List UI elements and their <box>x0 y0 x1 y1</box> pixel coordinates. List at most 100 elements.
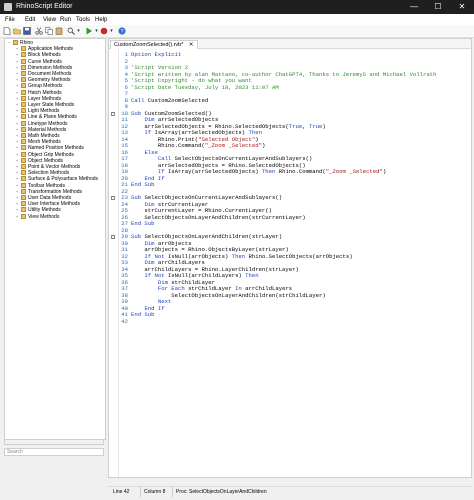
expand-icon[interactable]: + <box>15 47 19 51</box>
expand-icon[interactable]: + <box>15 158 19 163</box>
tree-search-input[interactable]: Search <box>4 448 104 456</box>
find-dropdown-icon[interactable]: ▾ <box>76 27 81 35</box>
status-column: Column 8 <box>140 487 165 497</box>
collapse-icon[interactable]: − <box>7 41 11 45</box>
paste-icon[interactable] <box>55 27 63 35</box>
expand-icon[interactable]: + <box>15 90 19 95</box>
tree-horizontal-scrollbar[interactable] <box>4 439 104 445</box>
expand-icon[interactable]: + <box>15 72 19 76</box>
expand-icon[interactable]: + <box>15 109 19 113</box>
expand-icon[interactable]: + <box>15 115 19 119</box>
tree-item-label: Mesh Methods <box>28 139 61 146</box>
tree-item-label: Selection Methods <box>28 170 70 177</box>
new-file-icon[interactable] <box>3 27 11 35</box>
code-text: End Sub <box>131 311 155 319</box>
editor-tab[interactable]: CustomZoomSelected().rvb* ✕ <box>110 40 198 49</box>
minimize-button[interactable]: — <box>402 0 426 14</box>
menu-tools[interactable]: Tools <box>76 16 90 24</box>
code-text: Call CustomZoomSelected <box>131 96 208 105</box>
code-token: Then <box>231 252 249 260</box>
run-dropdown-icon[interactable]: ▾ <box>94 27 99 35</box>
copy-icon[interactable] <box>45 27 53 35</box>
expand-icon[interactable]: + <box>15 214 19 219</box>
toolbar: ▾ ▾ ▾ ? <box>0 25 474 38</box>
expand-icon[interactable]: + <box>15 65 19 70</box>
expand-icon[interactable]: + <box>15 152 19 157</box>
expand-icon[interactable]: + <box>15 140 19 144</box>
fold-toggle-icon[interactable]: − <box>111 111 115 116</box>
tree-item-label: Material Methods <box>28 126 67 133</box>
code-editor[interactable]: CustomZoomSelected().rvb* ✕ 1 Option Expl… <box>108 38 472 478</box>
fold-toggle-icon[interactable]: − <box>111 235 115 239</box>
maximize-button[interactable]: ☐ <box>426 0 450 14</box>
expand-icon[interactable]: + <box>15 134 19 138</box>
open-file-icon[interactable] <box>13 27 21 35</box>
cut-icon[interactable] <box>35 27 43 35</box>
code-token: , <box>302 122 309 130</box>
window-title: RhinoScript Editor <box>16 3 73 10</box>
expand-icon[interactable]: + <box>15 208 19 212</box>
title-bar: RhinoScript Editor — ☐ ✕ <box>0 0 474 14</box>
expand-icon[interactable]: + <box>15 177 19 181</box>
code-token: Rhino.SelectObjects(arrObjects) <box>248 252 353 260</box>
expand-icon[interactable]: + <box>15 171 19 175</box>
method-tree[interactable]: − Rhino + Application Methods + Block Methods… <box>4 38 106 440</box>
expand-icon[interactable]: + <box>15 196 19 200</box>
status-line: Line 42 <box>113 489 130 495</box>
expand-icon[interactable]: + <box>15 103 19 107</box>
folder-icon <box>21 64 26 70</box>
tree-item-label: Utility Methods <box>28 207 61 214</box>
code-token: ) <box>322 122 326 130</box>
folder-icon <box>21 95 26 101</box>
code-text: SelectObjectsOnLayerAndChildren(strCurre… <box>131 214 305 222</box>
code-token: Call <box>131 96 148 104</box>
code-token: End Sub <box>131 220 155 227</box>
folder-icon <box>21 157 26 163</box>
tab-close-icon[interactable]: ✕ <box>189 42 194 48</box>
expand-icon[interactable]: + <box>15 189 19 194</box>
code-token: End Sub <box>131 181 155 188</box>
folder-icon <box>21 176 26 182</box>
folder-icon <box>21 201 26 207</box>
menu-file[interactable]: File <box>5 16 15 24</box>
tree-item-label: Application Methods <box>28 46 74 53</box>
code-text: If IsArray(arrSelectedObjects) Then Rhin… <box>131 168 387 176</box>
help-icon[interactable]: ? <box>118 27 126 35</box>
tree-item-label: Object Methods <box>28 157 64 164</box>
expand-icon[interactable]: + <box>15 59 19 64</box>
menu-bar: File Edit View Run Tools Help <box>0 14 474 25</box>
expand-icon[interactable]: + <box>15 183 19 188</box>
expand-icon[interactable]: + <box>15 202 19 206</box>
folder-icon <box>21 58 26 64</box>
save-icon[interactable] <box>23 27 31 35</box>
expand-icon[interactable]: + <box>15 127 19 132</box>
run-icon[interactable] <box>85 27 93 35</box>
stop-dropdown-icon[interactable]: ▾ <box>109 27 114 35</box>
tree-item-label: Named Position Methods <box>28 145 84 152</box>
expand-icon[interactable]: + <box>15 84 19 88</box>
expand-icon[interactable]: + <box>15 165 19 169</box>
menu-help[interactable]: Help <box>95 16 107 24</box>
menu-run[interactable]: Run <box>60 16 71 24</box>
fold-toggle-icon[interactable]: − <box>111 196 115 200</box>
code-token: IsArray(arrSelectedObjects) <box>167 168 262 175</box>
tree-item-label: Point & Vector Methods <box>28 164 81 170</box>
code-token: True <box>288 122 303 130</box>
code-token: True <box>308 122 323 130</box>
code-token: ) <box>382 168 387 175</box>
code-area[interactable]: 1 Option Explicit 2 3 'Script Version 2 4 'Scr… <box>109 49 471 477</box>
folder-icon <box>21 188 26 194</box>
close-button[interactable]: ✕ <box>450 0 474 14</box>
expand-icon[interactable]: + <box>15 53 19 57</box>
expand-icon[interactable]: + <box>15 78 19 82</box>
menu-edit[interactable]: Edit <box>25 16 35 24</box>
code-text: Option Explicit <box>131 51 181 59</box>
find-icon[interactable] <box>67 27 75 35</box>
expand-icon[interactable]: + <box>15 96 19 101</box>
expand-icon[interactable]: + <box>15 121 19 126</box>
tree-item-label: Surface & Polysurface Methods <box>28 176 99 183</box>
stop-icon[interactable] <box>100 27 108 35</box>
menu-view[interactable]: View <box>43 16 56 24</box>
expand-icon[interactable]: + <box>15 146 19 150</box>
folder-icon <box>13 40 18 45</box>
